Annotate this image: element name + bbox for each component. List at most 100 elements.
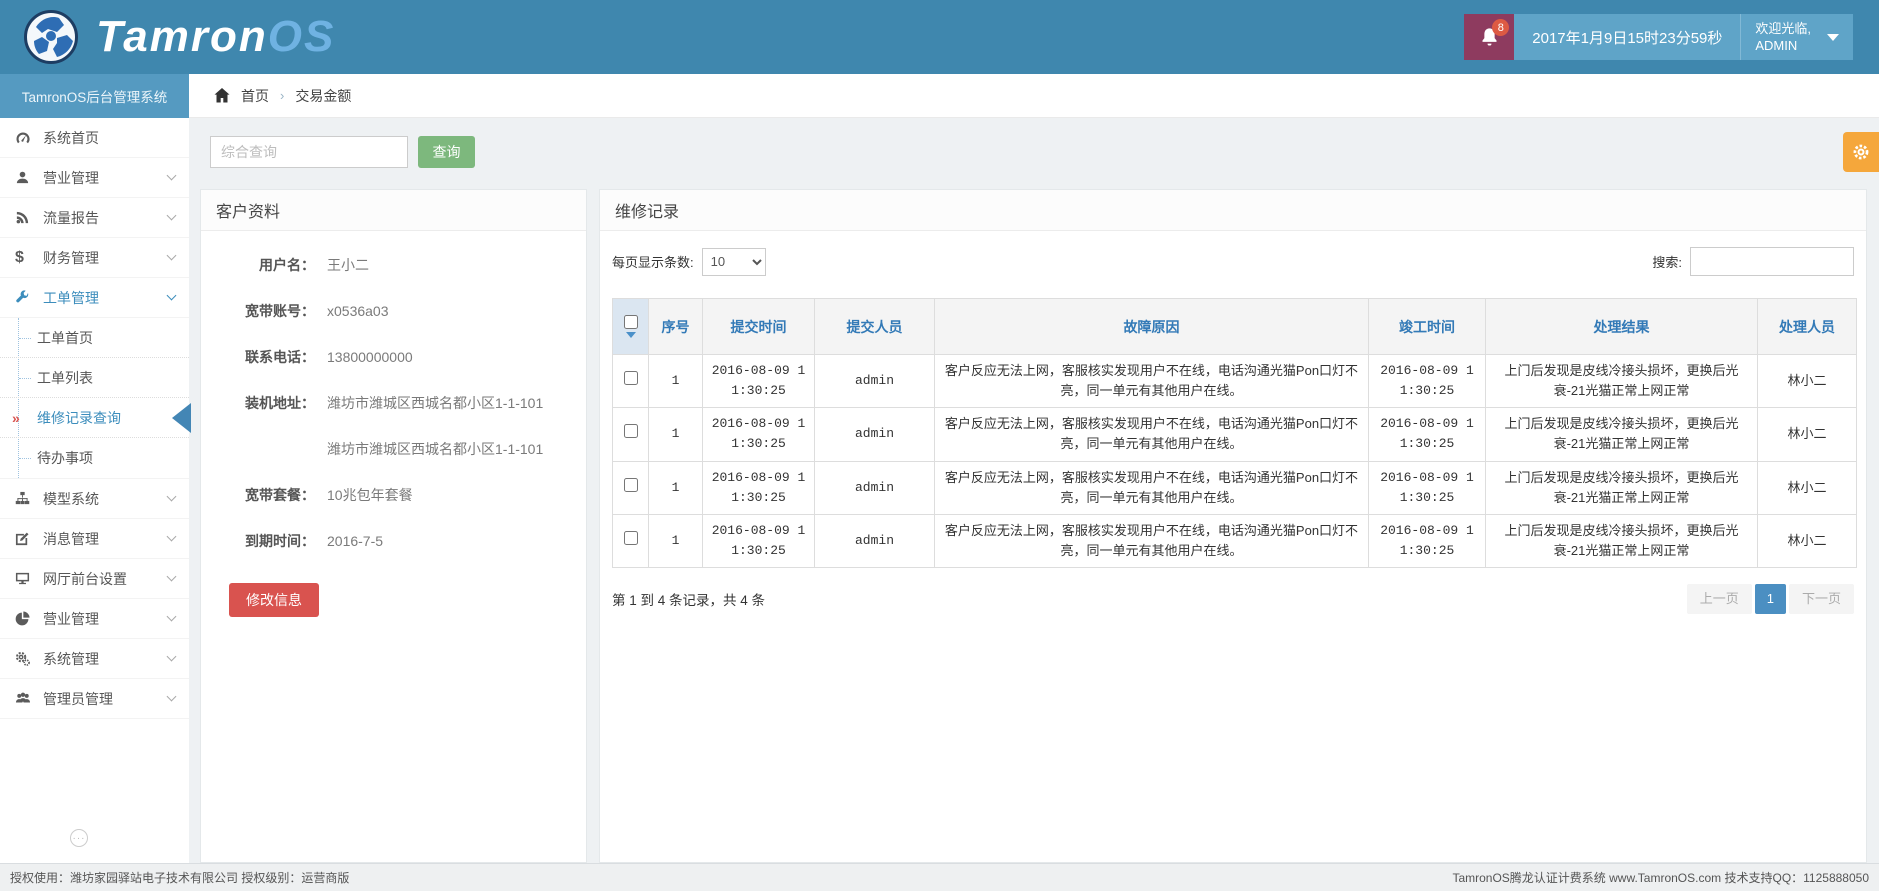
field-label: 到期时间： xyxy=(215,531,315,551)
cell-fault-reason: 客户反应无法上网，客服核实发现用户不在线，电话沟通光猫Pon口灯不亮，同一单元有… xyxy=(935,408,1369,461)
top-header-bar: TamronOS 8 2017年1月9日15时23分59秒 欢迎光临, ADMI… xyxy=(0,0,1879,74)
field-label: 宽带套餐： xyxy=(215,485,315,505)
prev-page-button[interactable]: 上一页 xyxy=(1687,584,1752,614)
table-row: 1 2016-08-09 11:30:25 admin 客户反应无法上网，客服核… xyxy=(613,408,1857,461)
pagination: 上一页 1 下一页 xyxy=(1687,584,1854,614)
column-header[interactable]: 序号 xyxy=(649,299,703,355)
sort-caret-icon[interactable] xyxy=(626,332,636,338)
customer-field-row: 装机地址： 潍坊市潍城区西城名都小区1-1-101 xyxy=(215,393,572,413)
sidebar-subitem-workorder-list[interactable]: 工单列表 xyxy=(0,358,189,398)
cell-finish-time: 2016-08-09 11:30:25 xyxy=(1369,461,1486,514)
column-header[interactable]: 提交时间 xyxy=(703,299,815,355)
sidebar-item-traffic-report[interactable]: 流量报告 xyxy=(0,198,189,238)
dollar-icon: $ xyxy=(15,249,43,267)
notifications-button[interactable]: 8 xyxy=(1464,14,1514,60)
sidebar-item-business-mgmt-2[interactable]: 营业管理 xyxy=(0,599,189,639)
row-checkbox[interactable] xyxy=(624,424,638,438)
sidebar-item-workorder-mgmt[interactable]: 工单管理 xyxy=(0,278,189,318)
chevron-down-icon xyxy=(167,211,177,221)
user-menu[interactable]: 欢迎光临, ADMIN xyxy=(1741,14,1853,60)
sidebar-item-portal-settings[interactable]: 网厅前台设置 xyxy=(0,559,189,599)
search-button[interactable]: 查询 xyxy=(418,136,475,168)
sidebar-item-admin-mgmt[interactable]: 管理员管理 xyxy=(0,679,189,719)
cell-seq: 1 xyxy=(649,514,703,567)
page-size-label: 每页显示条数: xyxy=(612,252,694,271)
sidebar-collapse-toggle[interactable]: ··· xyxy=(70,829,88,847)
cell-submit-time: 2016-08-09 11:30:25 xyxy=(703,355,815,408)
rss-icon xyxy=(15,210,43,225)
field-value: x0536a03 xyxy=(327,301,389,321)
column-header[interactable]: 故障原因 xyxy=(935,299,1369,355)
home-icon[interactable] xyxy=(214,88,230,103)
sidebar-item-business-mgmt[interactable]: 营业管理 xyxy=(0,158,189,198)
cell-handler: 林小二 xyxy=(1758,408,1857,461)
cell-finish-time: 2016-08-09 11:30:25 xyxy=(1369,514,1486,567)
cell-submitter: admin xyxy=(815,514,935,567)
breadcrumb-home-link[interactable]: 首页 xyxy=(241,86,269,106)
footer: 授权使用：潍坊家园驿站电子技术有限公司 授权级别：运营商版 TamronOS腾龙… xyxy=(0,863,1879,891)
cell-fault-reason: 客户反应无法上网，客服核实发现用户不在线，电话沟通光猫Pon口灯不亮，同一单元有… xyxy=(935,461,1369,514)
sidebar-subitem-repair-records[interactable]: » 维修记录查询 xyxy=(0,398,189,438)
row-checkbox[interactable] xyxy=(624,531,638,545)
edit-info-button[interactable]: 修改信息 xyxy=(229,583,319,617)
table-search-input[interactable] xyxy=(1690,247,1854,276)
sidebar-subitem-todo[interactable]: 待办事项 xyxy=(0,438,189,478)
cell-fault-reason: 客户反应无法上网，客服核实发现用户不在线，电话沟通光猫Pon口灯不亮，同一单元有… xyxy=(935,355,1369,408)
toolbar: 查询 xyxy=(189,118,1879,189)
column-header[interactable]: 处理结果 xyxy=(1486,299,1758,355)
welcome-text: 欢迎光临, xyxy=(1755,21,1811,36)
customer-field-row: 宽带套餐： 10兆包年套餐 xyxy=(215,485,572,505)
customer-field-row: 宽带账号： x0536a03 xyxy=(215,301,572,321)
table-search-label: 搜索: xyxy=(1652,252,1682,271)
brand-name: TamronOS xyxy=(96,12,335,62)
chevron-down-icon xyxy=(167,652,177,662)
quick-settings-gear-button[interactable] xyxy=(1843,132,1879,172)
table-header-row: 序号 提交时间 提交人员 故障原因 竣工时间 处理结果 处理人员 xyxy=(613,299,1857,355)
column-header[interactable]: 竣工时间 xyxy=(1369,299,1486,355)
records-panel-title: 维修记录 xyxy=(600,190,1866,231)
sidebar-item-model-system[interactable]: 模型系统 xyxy=(0,479,189,519)
field-value: 潍坊市潍城区西城名都小区1-1-101 xyxy=(327,393,543,413)
field-value: 13800000000 xyxy=(327,347,413,367)
sidebar-subitem-workorder-home[interactable]: 工单首页 xyxy=(0,318,189,358)
customer-field-row: 联系电话： 13800000000 xyxy=(215,347,572,367)
cell-submit-time: 2016-08-09 11:30:25 xyxy=(703,514,815,567)
footer-license-text: 授权使用：潍坊家园驿站电子技术有限公司 授权级别：运营商版 xyxy=(10,869,349,886)
records-summary: 第 1 到 4 条记录，共 4 条 xyxy=(612,589,765,609)
page-size-select[interactable]: 10 xyxy=(702,248,766,276)
chevron-down-icon xyxy=(167,291,177,301)
user-icon xyxy=(15,170,43,185)
cell-submit-time: 2016-08-09 11:30:25 xyxy=(703,408,815,461)
select-all-checkbox[interactable] xyxy=(624,315,638,329)
cell-result: 上门后发现是皮线冷接头损坏，更换后光衰-21光猫正常上网正常 xyxy=(1486,355,1758,408)
wrench-icon xyxy=(15,290,43,305)
sidebar-item-system-home[interactable]: 系统首页 xyxy=(0,118,189,158)
sitemap-icon xyxy=(15,491,43,506)
column-header[interactable]: 提交人员 xyxy=(815,299,935,355)
global-search-input[interactable] xyxy=(210,136,408,168)
cell-seq: 1 xyxy=(649,355,703,408)
sidebar-item-finance-mgmt[interactable]: $ 财务管理 xyxy=(0,238,189,278)
field-label: 用户名： xyxy=(215,255,315,275)
sidebar-item-system-mgmt[interactable]: 系统管理 xyxy=(0,639,189,679)
cell-submitter: admin xyxy=(815,408,935,461)
sidebar-title: TamronOS后台管理系统 xyxy=(0,74,189,118)
cell-fault-reason: 客户反应无法上网，客服核实发现用户不在线，电话沟通光猫Pon口灯不亮，同一单元有… xyxy=(935,514,1369,567)
chevron-down-icon xyxy=(167,612,177,622)
breadcrumb-current: 交易金额 xyxy=(295,86,351,106)
cell-seq: 1 xyxy=(649,461,703,514)
current-page-button[interactable]: 1 xyxy=(1755,584,1786,614)
globe-logo-icon xyxy=(22,8,80,66)
row-checkbox[interactable] xyxy=(624,478,638,492)
cell-submitter: admin xyxy=(815,355,935,408)
pie-chart-icon xyxy=(15,611,43,626)
sidebar-item-message-mgmt[interactable]: 消息管理 xyxy=(0,519,189,559)
column-header[interactable]: 处理人员 xyxy=(1758,299,1857,355)
cell-seq: 1 xyxy=(649,408,703,461)
cell-submitter: admin xyxy=(815,461,935,514)
next-page-button[interactable]: 下一页 xyxy=(1789,584,1854,614)
active-item-pointer-icon xyxy=(172,403,191,433)
customer-panel-title: 客户资料 xyxy=(201,190,586,231)
select-all-header-cell xyxy=(613,299,649,355)
row-checkbox[interactable] xyxy=(624,371,638,385)
